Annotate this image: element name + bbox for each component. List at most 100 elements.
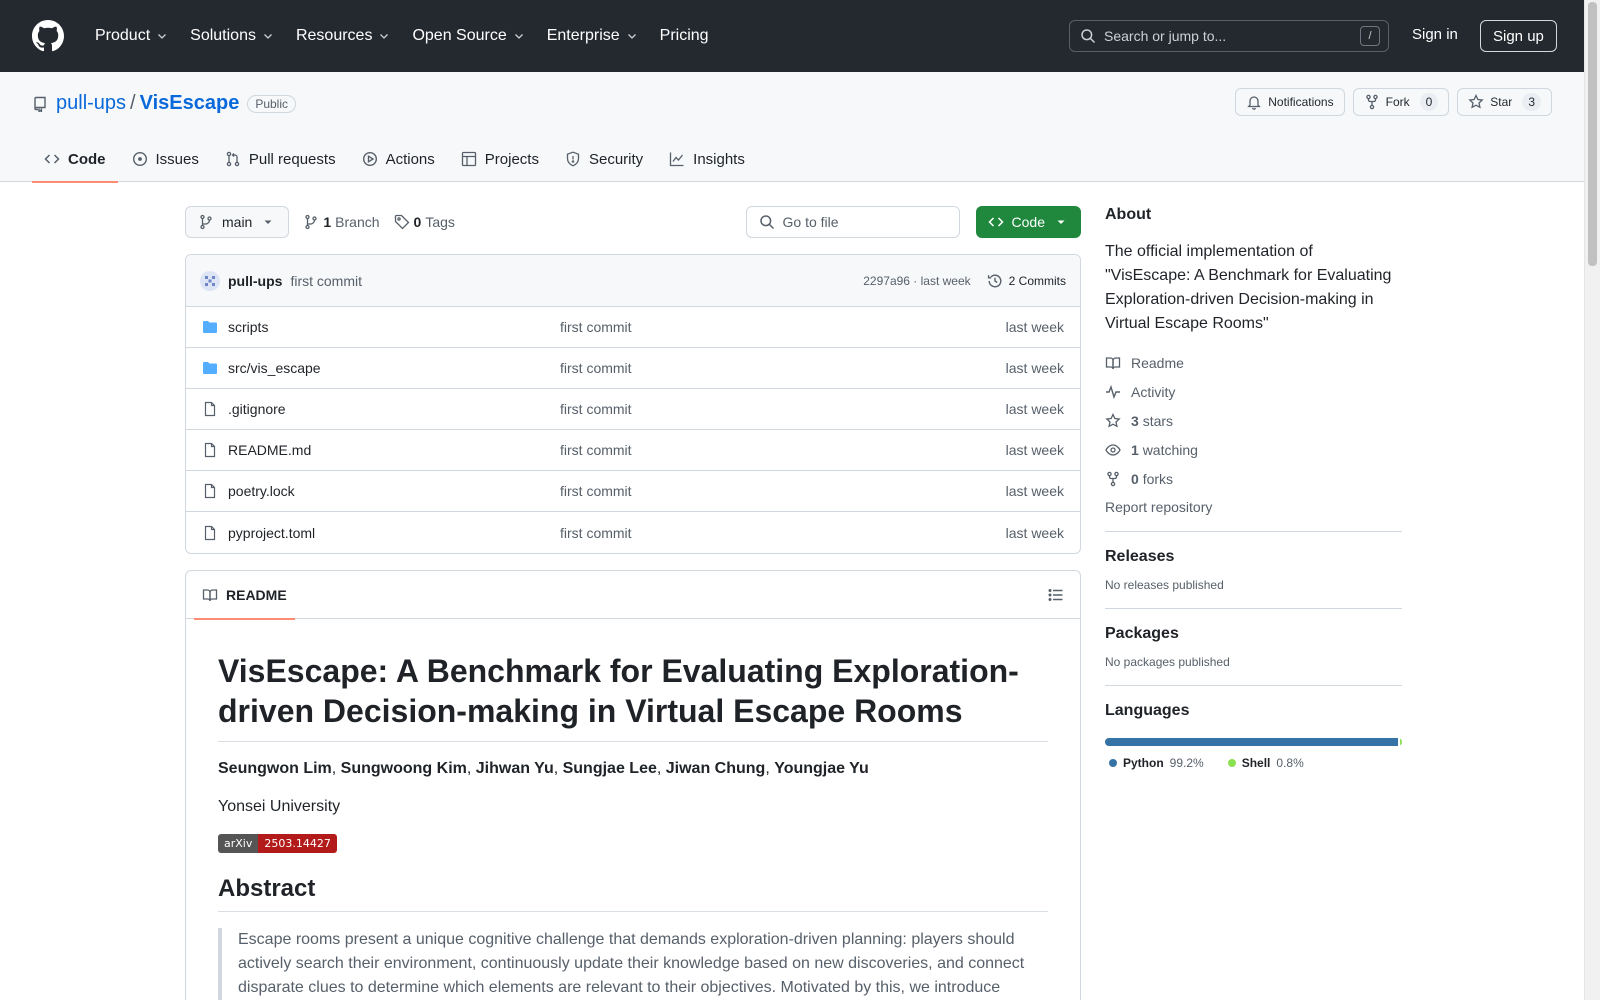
file-toolbar: main 1 Branch 0 Tags Go to file Code bbox=[185, 206, 1081, 238]
nav-resources[interactable]: Resources bbox=[287, 21, 399, 51]
readme-body: VisEscape: A Benchmark for Evaluating Ex… bbox=[186, 619, 1080, 1000]
language-python[interactable]: Python 99.2% bbox=[1109, 756, 1204, 770]
language-shell[interactable]: Shell 0.8% bbox=[1227, 756, 1304, 770]
author-separator: , bbox=[553, 760, 563, 777]
nav-enterprise[interactable]: Enterprise bbox=[538, 21, 647, 51]
file-name-link[interactable]: .gitignore bbox=[228, 401, 560, 417]
nav-label: Product bbox=[95, 27, 151, 44]
repo-actions: Notifications Fork 0 Star 3 bbox=[1235, 88, 1552, 116]
forks-link[interactable]: 0 forks bbox=[1105, 464, 1402, 493]
file-date: last week bbox=[1005, 483, 1064, 499]
stars-link[interactable]: 3 stars bbox=[1105, 406, 1402, 435]
scrollbar-thumb[interactable] bbox=[1588, 2, 1597, 266]
search-placeholder: Search or jump to... bbox=[1104, 28, 1227, 44]
commit-hash-time[interactable]: 2297a96 · last week bbox=[863, 274, 970, 288]
tab-pull-requests[interactable]: Pull requests bbox=[213, 136, 348, 182]
author-separator: , bbox=[765, 760, 775, 777]
file-row[interactable]: scripts first commit last week bbox=[186, 307, 1080, 348]
file-name-link[interactable]: poetry.lock bbox=[228, 483, 560, 499]
file-commit-message[interactable]: first commit bbox=[560, 442, 632, 458]
avatar[interactable] bbox=[200, 270, 220, 291]
packages-heading[interactable]: Packages bbox=[1105, 625, 1402, 643]
watching-label: watching bbox=[1142, 441, 1198, 458]
branches-link[interactable]: 1 Branch bbox=[303, 214, 380, 230]
page-scrollbar[interactable] bbox=[1584, 0, 1600, 1000]
nav-pricing[interactable]: Pricing bbox=[651, 21, 718, 51]
nav-label: Resources bbox=[295, 27, 373, 44]
report-repository-link[interactable]: Report repository bbox=[1105, 499, 1402, 515]
file-commit-message[interactable]: first commit bbox=[560, 401, 632, 417]
sidebar-divider bbox=[1105, 531, 1402, 532]
readme-tab[interactable]: README bbox=[194, 571, 295, 620]
readme-title: VisEscape: A Benchmark for Evaluating Ex… bbox=[218, 651, 1048, 742]
tags-link[interactable]: 0 Tags bbox=[394, 214, 455, 230]
watching-link[interactable]: 1 watching bbox=[1105, 435, 1402, 464]
file-icon bbox=[204, 483, 216, 499]
branch-count: 1 bbox=[323, 214, 332, 230]
repo-title: pull-ups / VisEscape Public bbox=[32, 92, 297, 115]
code-dropdown-button[interactable]: Code bbox=[975, 206, 1081, 238]
commits-label: 2 Commits bbox=[1008, 273, 1066, 288]
author-separator: , bbox=[466, 760, 476, 777]
tab-actions[interactable]: Actions bbox=[350, 136, 447, 182]
github-logo-icon[interactable] bbox=[32, 20, 64, 52]
file-name-link[interactable]: pyproject.toml bbox=[228, 525, 560, 541]
global-nav: Product Solutions Resources Open Source … bbox=[86, 21, 718, 51]
nav-product[interactable]: Product bbox=[86, 21, 177, 51]
branch-icon bbox=[305, 214, 318, 230]
branch-label: Branch bbox=[335, 214, 380, 230]
repo-sidebar: About The official implementation of "Vi… bbox=[1105, 206, 1402, 770]
repo-owner-link[interactable]: pull-ups bbox=[56, 92, 126, 115]
caret-down-icon bbox=[264, 220, 272, 224]
global-search-input[interactable]: Search or jump to... / bbox=[1069, 20, 1389, 52]
nav-open-source[interactable]: Open Source bbox=[403, 21, 533, 51]
tag-label: Tags bbox=[425, 214, 455, 230]
nav-solutions[interactable]: Solutions bbox=[181, 21, 283, 51]
tab-security[interactable]: Security bbox=[553, 136, 655, 182]
go-to-file-input[interactable]: Go to file bbox=[745, 206, 960, 238]
commit-message-link[interactable]: first commit bbox=[290, 273, 362, 289]
list-outline-icon[interactable] bbox=[1048, 587, 1064, 603]
tab-label: Actions bbox=[385, 150, 435, 168]
repo-name-link[interactable]: VisEscape bbox=[140, 92, 240, 115]
readme-link[interactable]: Readme bbox=[1105, 348, 1402, 377]
bell-icon bbox=[1247, 96, 1261, 110]
star-button[interactable]: Star 3 bbox=[1457, 88, 1552, 116]
file-row[interactable]: pyproject.toml first commit last week bbox=[186, 512, 1080, 553]
file-commit-message[interactable]: first commit bbox=[560, 319, 632, 335]
file-name-link[interactable]: src/vis_escape bbox=[228, 360, 560, 376]
file-row[interactable]: src/vis_escape first commit last week bbox=[186, 348, 1080, 389]
tab-issues[interactable]: Issues bbox=[120, 136, 211, 182]
language-bar bbox=[1105, 738, 1402, 746]
sign-in-link[interactable]: Sign in bbox=[1412, 26, 1458, 43]
file-row[interactable]: README.md first commit last week bbox=[186, 430, 1080, 471]
tab-projects[interactable]: Projects bbox=[449, 136, 551, 182]
arxiv-badge[interactable]: arXiv 2503.14427 bbox=[218, 834, 337, 853]
tab-label: Insights bbox=[693, 150, 745, 168]
book-icon bbox=[202, 588, 218, 601]
sign-up-button[interactable]: Sign up bbox=[1480, 20, 1557, 52]
notifications-button[interactable]: Notifications bbox=[1235, 88, 1345, 116]
commits-link[interactable]: 2 Commits bbox=[987, 273, 1066, 289]
branch-selector[interactable]: main bbox=[185, 206, 290, 238]
tab-insights[interactable]: Insights bbox=[657, 136, 757, 182]
file-name-link[interactable]: README.md bbox=[228, 442, 560, 458]
commit-author-link[interactable]: pull-ups bbox=[228, 273, 282, 289]
latest-commit-bar: pull-ups first commit 2297a96 · last wee… bbox=[186, 255, 1080, 307]
fork-button[interactable]: Fork 0 bbox=[1352, 88, 1450, 116]
forks-count: 0 bbox=[1131, 470, 1139, 487]
file-row[interactable]: .gitignore first commit last week bbox=[186, 389, 1080, 430]
packages-empty-text: No packages published bbox=[1105, 655, 1230, 669]
file-commit-message[interactable]: first commit bbox=[560, 483, 632, 499]
file-name-link[interactable]: scripts bbox=[228, 319, 560, 335]
stars-count: 3 bbox=[1131, 412, 1139, 429]
activity-link[interactable]: Activity bbox=[1105, 377, 1402, 406]
file-commit-message[interactable]: first commit bbox=[560, 360, 632, 376]
tab-code[interactable]: Code bbox=[32, 136, 118, 183]
file-row[interactable]: poetry.lock first commit last week bbox=[186, 471, 1080, 512]
pull-request-icon bbox=[226, 151, 240, 167]
releases-heading[interactable]: Releases bbox=[1105, 548, 1402, 566]
nav-label: Enterprise bbox=[546, 27, 620, 44]
author-name: Youngjae Yu bbox=[774, 760, 869, 777]
file-commit-message[interactable]: first commit bbox=[560, 525, 632, 541]
